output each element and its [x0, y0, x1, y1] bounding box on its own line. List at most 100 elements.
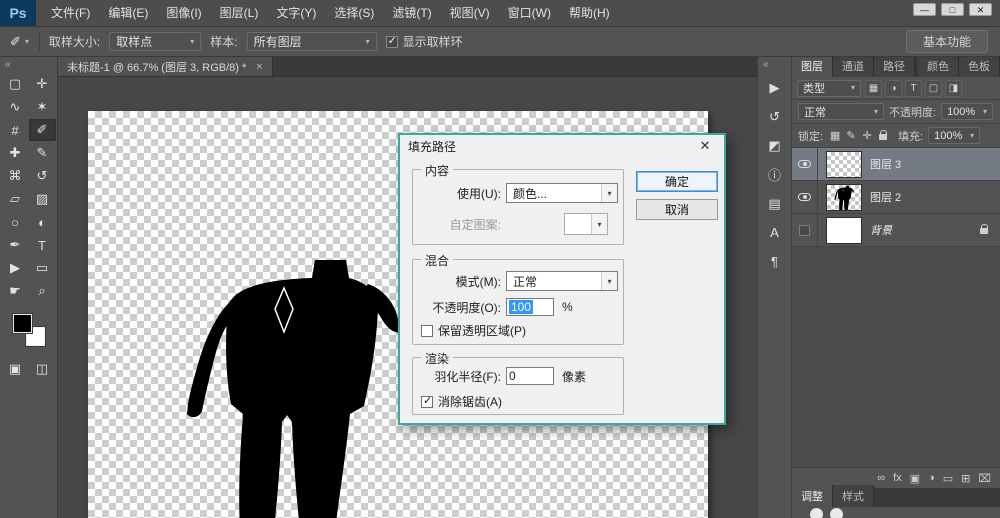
filter-pixel-layers-icon[interactable]: ▦ — [865, 79, 882, 97]
menu-item[interactable]: 文件(F) — [42, 0, 99, 26]
cancel-button[interactable]: 取消 — [636, 199, 718, 220]
menu-item[interactable]: 编辑(E) — [99, 0, 157, 26]
opacity-input[interactable]: 100 — [506, 298, 554, 316]
menu-item[interactable]: 选择(S) — [325, 0, 383, 26]
actions-panel-icon[interactable]: ▶ — [762, 75, 787, 100]
healing-brush-tool[interactable]: ✚ — [2, 142, 29, 164]
custom-pattern-picker[interactable]: ▾ — [564, 213, 608, 235]
quick-selection-tool[interactable]: ✶ — [29, 96, 56, 118]
tab-close-icon[interactable]: × — [256, 61, 262, 73]
brush-tool[interactable]: ✎ — [29, 142, 56, 164]
filter-type-layers-icon[interactable]: T — [905, 79, 922, 97]
minimize-button[interactable]: — — [913, 3, 936, 16]
layer-row-layer2[interactable]: 图层 2 — [792, 181, 1000, 214]
shape-tool[interactable]: ▭ — [29, 257, 56, 279]
panel-tab[interactable]: 图层 — [792, 57, 833, 77]
new-layer-icon[interactable]: ⊞ — [961, 472, 970, 485]
preserve-transparency-checkbox[interactable] — [421, 324, 433, 337]
visibility-toggle[interactable] — [792, 148, 818, 180]
info-panel-icon[interactable]: ⓘ — [762, 162, 787, 187]
quick-mask-icon[interactable]: ▣ — [2, 358, 29, 380]
panel-tab[interactable]: 路径 — [874, 57, 915, 77]
delete-layer-icon[interactable]: ⌧ — [978, 472, 991, 485]
lock-pixels-icon[interactable]: ✎ — [844, 129, 858, 142]
menu-item[interactable]: 图层(L) — [211, 0, 268, 26]
collapse-panel-icon[interactable]: « — [758, 57, 769, 73]
panel-tab[interactable]: 颜色 — [918, 57, 959, 77]
ok-button[interactable]: 确定 — [636, 171, 718, 192]
layer-name[interactable]: 图层 3 — [870, 156, 901, 172]
feather-input[interactable]: 0 — [506, 367, 554, 385]
screen-mode-icon[interactable]: ◫ — [29, 358, 56, 380]
visibility-toggle[interactable] — [792, 181, 818, 213]
paragraph-panel-icon[interactable]: ¶ — [762, 249, 787, 274]
menu-item[interactable]: 窗口(W) — [499, 0, 560, 26]
hand-tool[interactable]: ☛ — [2, 280, 29, 302]
menu-item[interactable]: 滤镜(T) — [383, 0, 440, 26]
adjustment-circle-icon[interactable] — [830, 508, 843, 518]
character-panel-icon[interactable]: A — [762, 220, 787, 245]
layer-row-layer3[interactable]: 图层 3 — [792, 148, 1000, 181]
layer-thumbnail[interactable] — [826, 150, 862, 178]
history-panel-icon[interactable]: ↺ — [762, 104, 787, 129]
dodge-tool[interactable]: ◐ — [29, 211, 56, 233]
menu-item[interactable]: 文字(Y) — [267, 0, 325, 26]
eyedropper-tool[interactable]: ✐ — [28, 119, 56, 141]
close-icon[interactable]: ✕ — [694, 138, 716, 154]
collapse-panel-icon[interactable]: « — [0, 57, 57, 73]
crop-tool[interactable]: # — [2, 119, 29, 141]
menu-item[interactable]: 帮助(H) — [560, 0, 619, 26]
lock-position-icon[interactable]: ✛ — [860, 129, 874, 142]
foreground-color-swatch[interactable] — [11, 313, 33, 334]
blur-tool[interactable]: ○ — [2, 211, 29, 233]
new-group-icon[interactable]: ▭ — [943, 472, 953, 485]
eraser-tool[interactable]: ▱ — [2, 188, 29, 210]
layer-style-icon[interactable]: fx — [893, 472, 902, 484]
menu-item[interactable]: 图像(I) — [157, 0, 210, 26]
brush-presets-panel-icon[interactable]: ▤ — [762, 191, 787, 216]
clone-stamp-tool[interactable]: ⌘ — [2, 165, 29, 187]
layer-fill-select[interactable]: 100% ▾ — [928, 127, 981, 144]
dialog-title-bar[interactable]: 填充路径 ✕ — [400, 135, 724, 157]
lasso-tool[interactable]: ∿ — [2, 96, 29, 118]
lock-all-icon[interactable] — [879, 129, 888, 143]
move-tool[interactable]: ✛ — [29, 73, 56, 95]
lock-transparency-icon[interactable]: ▦ — [828, 129, 842, 142]
filter-kind-select[interactable]: 类型 ▾ — [797, 79, 861, 97]
layer-row-background[interactable]: 背景 — [792, 214, 1000, 247]
close-button[interactable]: ✕ — [969, 3, 992, 16]
layer-name[interactable]: 图层 2 — [870, 189, 901, 205]
properties-panel-icon[interactable]: ◩ — [762, 133, 787, 158]
panel-tab[interactable]: 色板 — [959, 57, 1000, 77]
document-tab[interactable]: 未标题-1 @ 66.7% (图层 3, RGB/8) * × — [58, 57, 273, 76]
antialias-checkbox[interactable] — [421, 394, 433, 408]
visibility-toggle[interactable] — [792, 214, 818, 246]
panel-tab[interactable]: 样式 — [833, 485, 874, 507]
layer-opacity-select[interactable]: 100% ▾ — [941, 103, 994, 120]
link-layers-icon[interactable]: ∞ — [877, 472, 885, 484]
maximize-button[interactable]: □ — [941, 3, 964, 16]
filter-adjustment-layers-icon[interactable]: ◑ — [885, 79, 902, 97]
layer-thumbnail[interactable] — [826, 216, 862, 244]
adjustment-circle-icon[interactable] — [810, 508, 823, 518]
pen-tool[interactable]: ✒ — [2, 234, 29, 256]
sample-select[interactable]: 所有图层 ▾ — [246, 32, 377, 51]
history-brush-tool[interactable]: ↺ — [29, 165, 56, 187]
sample-size-select[interactable]: 取样点 ▾ — [109, 32, 202, 51]
mode-select[interactable]: 正常 ▾ — [506, 271, 618, 291]
use-select[interactable]: 颜色... ▾ — [506, 183, 618, 203]
active-tool-badge[interactable]: ✐ ▾ — [6, 31, 40, 52]
menu-item[interactable]: 视图(V) — [441, 0, 499, 26]
layer-name[interactable]: 背景 — [870, 222, 892, 238]
type-tool[interactable]: T — [29, 234, 56, 256]
gradient-tool[interactable]: ▨ — [29, 188, 56, 210]
blend-mode-select[interactable]: 正常 ▾ — [798, 103, 884, 120]
workspace-switcher-button[interactable]: 基本功能 — [905, 30, 988, 53]
zoom-tool[interactable]: ⌕ — [29, 280, 56, 302]
show-sampling-ring-checkbox[interactable]: 显示取样环 — [385, 33, 463, 50]
path-selection-tool[interactable]: ▶ — [2, 257, 29, 279]
panel-tab[interactable]: 调整 — [792, 485, 833, 507]
panel-tab[interactable]: 通道 — [833, 57, 874, 77]
adjustment-layer-icon[interactable]: ◑ — [928, 472, 935, 484]
filter-shape-layers-icon[interactable]: ▢ — [925, 79, 942, 97]
